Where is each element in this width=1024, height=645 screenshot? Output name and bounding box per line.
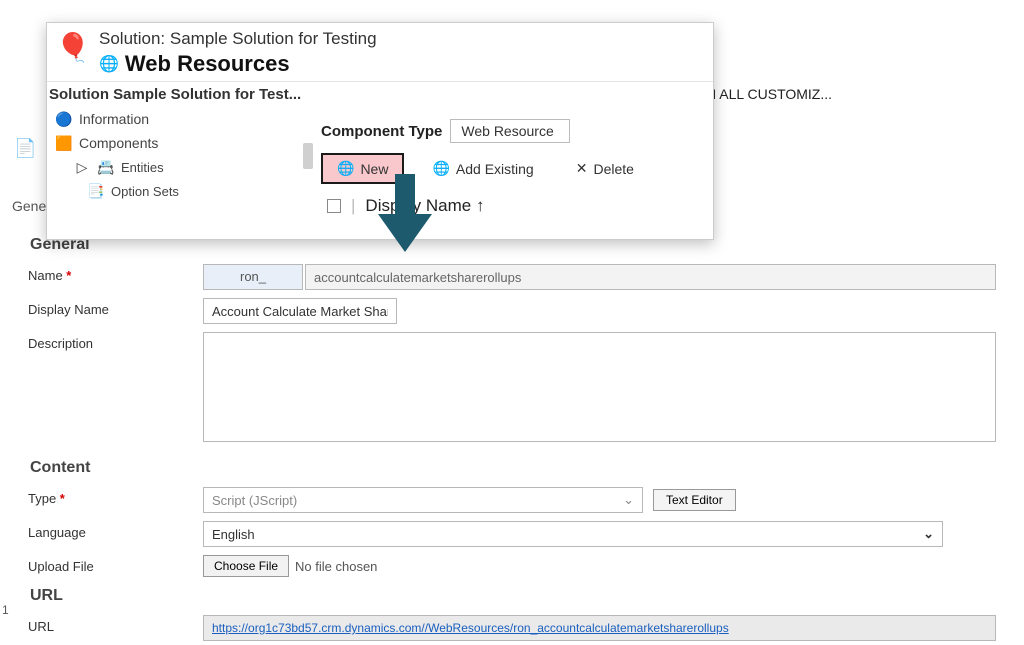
label-description: Description (28, 332, 203, 351)
label-url: URL (28, 615, 203, 634)
component-type-label: Component Type (321, 123, 442, 140)
file-icon: 📄 (14, 138, 36, 159)
choose-file-button[interactable]: Choose File (203, 555, 289, 577)
label-display-name: Display Name (28, 298, 203, 317)
select-all-checkbox[interactable] (327, 199, 341, 213)
add-existing-button[interactable]: 🌐 Add Existing (418, 155, 547, 182)
language-select-value: English (212, 527, 255, 542)
solution-nav: 🔵 Information 🟧 Components ▷ 📇 Entities … (47, 107, 307, 222)
components-icon: 🟧 (55, 134, 73, 152)
web-resource-form: General Name ron_ Display Name Descripti… (28, 232, 996, 645)
entities-icon: 📇 (97, 158, 115, 176)
delete-label: Delete (593, 161, 633, 177)
divider: | (351, 196, 355, 216)
bg-toolbar-truncated: H ALL CUSTOMIZ... (706, 86, 832, 102)
delete-icon: ✕ (576, 160, 588, 177)
nav-components[interactable]: 🟧 Components (49, 131, 307, 155)
label-upload-file: Upload File (28, 555, 203, 574)
text-editor-button[interactable]: Text Editor (653, 489, 736, 511)
nav-option-sets[interactable]: 📑 Option Sets (49, 179, 307, 203)
type-select[interactable]: Script (JScript) ⌄ (203, 487, 643, 513)
file-status-text: No file chosen (295, 559, 377, 574)
option-sets-icon: 📑 (87, 182, 105, 200)
nav-entities[interactable]: ▷ 📇 Entities (49, 155, 307, 179)
component-type-value[interactable]: Web Resource (450, 119, 570, 143)
nav-entities-label: Entities (121, 160, 164, 175)
name-prefix: ron_ (203, 264, 303, 290)
add-existing-icon: 🌐 (432, 160, 449, 177)
nav-information[interactable]: 🔵 Information (49, 107, 307, 131)
nav-components-label: Components (79, 135, 158, 151)
delete-button[interactable]: ✕ Delete (562, 155, 648, 182)
breadcrumb: Solution Sample Solution for Test... (47, 81, 713, 107)
label-name: Name (28, 264, 203, 283)
chevron-right-icon: ▷ (73, 158, 91, 176)
solution-subtitle: Solution: Sample Solution for Testing (99, 29, 377, 49)
info-icon: 🔵 (55, 110, 73, 128)
scrollbar-thumb[interactable] (303, 143, 313, 169)
solution-icon: 🎈 (55, 29, 91, 65)
chevron-down-icon: ⌄ (623, 492, 634, 508)
web-resource-icon: 🌐 (99, 54, 119, 74)
display-name-input[interactable] (203, 298, 397, 324)
page-number: 1 (2, 603, 9, 617)
callout-arrow-icon (378, 174, 432, 252)
page-title: Web Resources (125, 51, 290, 77)
name-input[interactable] (305, 264, 996, 290)
section-content: Content (30, 459, 996, 477)
new-icon: 🌐 (337, 160, 354, 177)
section-url: URL (30, 587, 996, 605)
url-readonly: https://org1c73bd57.crm.dynamics.com//We… (203, 615, 996, 641)
description-input[interactable] (203, 332, 996, 442)
label-language: Language (28, 521, 203, 540)
ribbon-tab-general[interactable]: Gene (12, 198, 46, 214)
nav-information-label: Information (79, 111, 149, 127)
label-type: Type (28, 487, 203, 506)
add-existing-label: Add Existing (456, 161, 534, 177)
language-select[interactable]: English ⌄ (203, 521, 943, 547)
nav-option-sets-label: Option Sets (111, 184, 179, 199)
chevron-down-icon: ⌄ (923, 526, 934, 542)
type-select-value: Script (JScript) (212, 493, 297, 508)
